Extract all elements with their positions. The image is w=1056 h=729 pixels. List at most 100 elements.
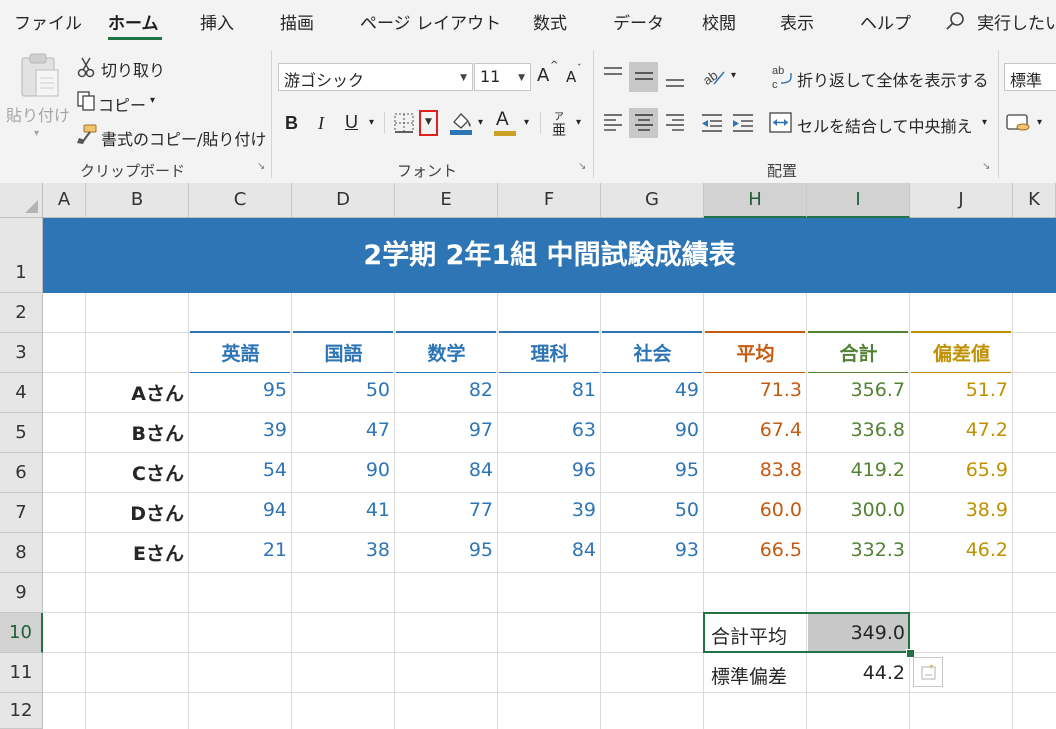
score-cell[interactable]: 95 (189, 379, 287, 401)
tell-me-search[interactable]: 実行したい (977, 9, 1056, 37)
column-header-c[interactable]: C (189, 183, 292, 218)
score-cell[interactable]: 94 (189, 499, 287, 521)
total-cell[interactable]: 300.0 (807, 499, 905, 521)
row-header-9[interactable]: 9 (0, 573, 43, 613)
header-total[interactable]: 合計 (807, 339, 910, 366)
column-header-i[interactable]: I (807, 183, 910, 218)
score-cell[interactable]: 84 (498, 539, 596, 561)
column-header-g[interactable]: G (601, 183, 704, 218)
score-cell[interactable]: 97 (395, 419, 493, 441)
student-name[interactable]: Eさん (86, 539, 184, 566)
column-header-f[interactable]: F (498, 183, 601, 218)
student-name[interactable]: Cさん (86, 459, 184, 486)
header-math[interactable]: 数学 (395, 339, 498, 366)
sheet-title[interactable]: 2学期 2年1組 中間試験成績表 (43, 218, 1056, 293)
quick-analysis-button[interactable] (913, 657, 943, 687)
deviation-cell[interactable]: 65.9 (910, 459, 1008, 481)
score-cell[interactable]: 82 (395, 379, 493, 401)
tab-formulas[interactable]: 数式 (533, 9, 567, 37)
row-header-10[interactable]: 10 (0, 613, 43, 653)
orientation-dropdown-caret[interactable]: ▾ (731, 70, 736, 81)
bold-button[interactable]: B (285, 113, 298, 134)
clipboard-dialog-launcher-icon[interactable]: ↘ (257, 162, 267, 172)
summary-value-std-dev[interactable]: 44.2 (807, 662, 905, 684)
fill-color-dropdown-caret[interactable]: ▾ (478, 117, 483, 128)
tab-view[interactable]: 表示 (780, 9, 814, 37)
tab-review[interactable]: 校閲 (702, 9, 736, 37)
paste-dropdown-caret[interactable]: ▾ (34, 128, 39, 139)
phonetic-dropdown-caret[interactable]: ▾ (576, 117, 581, 128)
total-cell[interactable]: 332.3 (807, 539, 905, 561)
row-header-6[interactable]: 6 (0, 453, 43, 493)
column-header-e[interactable]: E (395, 183, 498, 218)
score-cell[interactable]: 54 (189, 459, 287, 481)
score-cell[interactable]: 47 (292, 419, 390, 441)
fill-color-icon[interactable] (449, 110, 475, 136)
score-cell[interactable]: 90 (601, 419, 699, 441)
tab-draw[interactable]: 描画 (280, 9, 314, 37)
borders-icon[interactable] (393, 112, 417, 134)
header-english[interactable]: 英語 (189, 339, 292, 366)
row-header-1[interactable]: 1 (0, 218, 43, 293)
paste-button[interactable]: 貼り付け (6, 102, 70, 126)
font-color-dropdown-caret[interactable]: ▾ (524, 117, 529, 128)
align-left-icon[interactable] (602, 112, 624, 134)
tab-insert[interactable]: 挿入 (200, 9, 234, 37)
merge-center-button[interactable]: セルを結合して中央揃え (797, 113, 973, 137)
shrink-font-button[interactable]: A (566, 68, 576, 86)
format-painter-button[interactable]: 書式のコピー/貼り付け (101, 126, 266, 150)
align-right-icon[interactable] (664, 112, 686, 134)
copy-button[interactable]: コピー (98, 92, 146, 116)
deviation-cell[interactable]: 38.9 (910, 499, 1008, 521)
align-middle-icon[interactable] (633, 66, 655, 88)
header-japanese[interactable]: 国語 (292, 339, 395, 366)
total-cell[interactable]: 419.2 (807, 459, 905, 481)
tab-help[interactable]: ヘルプ (860, 9, 911, 37)
underline-dropdown-caret[interactable]: ▾ (369, 117, 374, 128)
font-dialog-launcher-icon[interactable]: ↘ (578, 162, 588, 172)
score-cell[interactable]: 38 (292, 539, 390, 561)
column-header-d[interactable]: D (292, 183, 395, 218)
score-cell[interactable]: 41 (292, 499, 390, 521)
summary-label-total-average[interactable]: 合計平均 (711, 622, 787, 649)
score-cell[interactable]: 84 (395, 459, 493, 481)
phonetic-button[interactable]: 亜 (552, 120, 566, 140)
tab-file[interactable]: ファイル (14, 9, 82, 37)
accounting-format-icon[interactable] (1006, 112, 1032, 134)
font-size-dropdown[interactable]: 11 ▼ (474, 63, 531, 91)
row-header-11[interactable]: 11 (0, 653, 43, 693)
row-header-8[interactable]: 8 (0, 533, 43, 573)
increase-indent-icon[interactable] (731, 112, 755, 134)
average-cell[interactable]: 66.5 (704, 539, 802, 561)
cut-button[interactable]: 切り取り (101, 57, 165, 81)
row-header-5[interactable]: 5 (0, 413, 43, 453)
align-top-icon[interactable] (602, 66, 624, 88)
score-cell[interactable]: 39 (189, 419, 287, 441)
align-bottom-icon[interactable] (664, 66, 686, 88)
average-cell[interactable]: 83.8 (704, 459, 802, 481)
grow-font-button[interactable]: A (537, 65, 549, 86)
font-name-dropdown[interactable]: 游ゴシック ▼ (278, 63, 473, 91)
score-cell[interactable]: 63 (498, 419, 596, 441)
column-header-h[interactable]: H (704, 183, 807, 218)
row-header-2[interactable]: 2 (0, 293, 43, 333)
column-header-a[interactable]: A (43, 183, 86, 218)
search-icon[interactable] (945, 11, 965, 31)
header-deviation[interactable]: 偏差値 (910, 339, 1013, 366)
score-cell[interactable]: 95 (395, 539, 493, 561)
total-cell[interactable]: 356.7 (807, 379, 905, 401)
score-cell[interactable]: 49 (601, 379, 699, 401)
column-header-j[interactable]: J (910, 183, 1013, 218)
borders-dropdown-button[interactable]: ▼ (419, 110, 438, 136)
font-color-button[interactable]: A (496, 109, 509, 131)
score-cell[interactable]: 81 (498, 379, 596, 401)
score-cell[interactable]: 50 (292, 379, 390, 401)
italic-button[interactable]: I (318, 113, 324, 134)
select-all-button[interactable] (0, 183, 43, 218)
number-format-dropdown[interactable]: 標準 (1004, 63, 1056, 91)
score-cell[interactable]: 95 (601, 459, 699, 481)
paste-icon[interactable] (14, 52, 64, 98)
average-cell[interactable]: 67.4 (704, 419, 802, 441)
total-cell[interactable]: 336.8 (807, 419, 905, 441)
student-name[interactable]: Dさん (86, 499, 184, 526)
